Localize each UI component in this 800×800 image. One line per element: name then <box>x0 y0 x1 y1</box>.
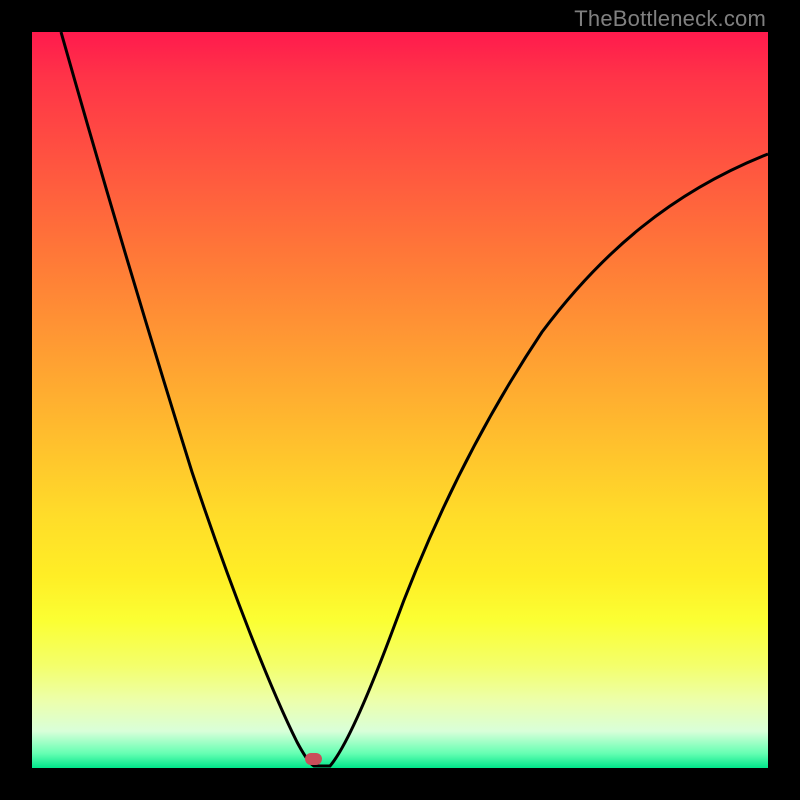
optimal-point-marker <box>305 753 322 765</box>
curve-svg <box>32 32 768 768</box>
watermark-text: TheBottleneck.com <box>574 6 766 32</box>
bottleneck-curve-path <box>61 32 768 766</box>
